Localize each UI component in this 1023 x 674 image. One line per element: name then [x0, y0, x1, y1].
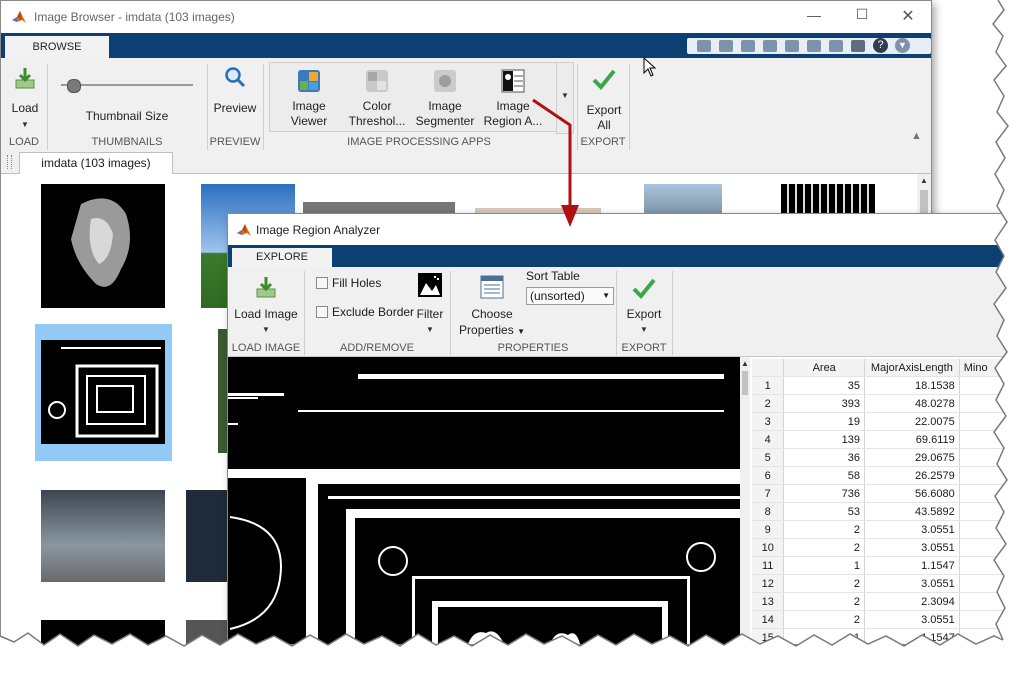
torn-edge-decoration [0, 0, 1023, 674]
